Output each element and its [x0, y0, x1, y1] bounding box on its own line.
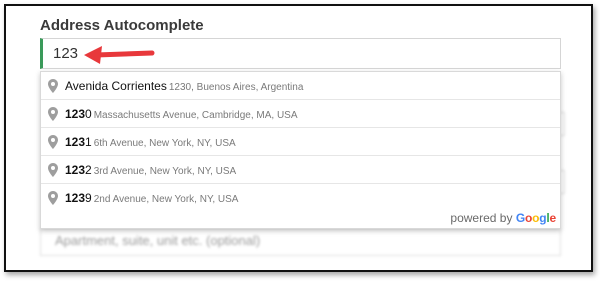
suggestion-text: 1239 2nd Avenue, New York, NY, USA [65, 191, 239, 205]
suggestion-item[interactable]: 1230 Massachusetts Avenue, Cambridge, MA,… [41, 100, 560, 128]
suggestion-item[interactable]: 1231 6th Avenue, New York, NY, USA [41, 128, 560, 156]
google-logo: Google [515, 211, 556, 225]
powered-by-google: powered by Google [450, 211, 556, 225]
address-input-value: 123 [53, 45, 79, 62]
suggestion-text: 1232 3rd Avenue, New York, NY, USA [65, 163, 237, 177]
suggestion-text: Avenida Corrientes 1230, Buenos Aires, Ar… [65, 79, 304, 93]
suggestion-text: 1231 6th Avenue, New York, NY, USA [65, 135, 236, 149]
form-title: Address Autocomplete [40, 17, 204, 34]
autocomplete-dropdown: Avenida Corrientes 1230, Buenos Aires, Ar… [40, 71, 561, 229]
suggestion-item[interactable]: 1239 2nd Avenue, New York, NY, USA [41, 184, 560, 212]
map-pin-icon [48, 135, 58, 149]
suggestion-item[interactable]: 1232 3rd Avenue, New York, NY, USA [41, 156, 560, 184]
suggestion-item[interactable]: Avenida Corrientes 1230, Buenos Aires, Ar… [41, 72, 560, 100]
map-pin-icon [48, 107, 58, 121]
suggestion-text: 1230 Massachusetts Avenue, Cambridge, MA,… [65, 107, 298, 121]
apartment-field-placeholder: Apartment, suite, unit etc. (optional) [55, 233, 261, 248]
powered-by-text: powered by [450, 211, 513, 225]
map-pin-icon [48, 79, 58, 93]
map-pin-icon [48, 163, 58, 177]
map-pin-icon [48, 191, 58, 205]
red-arrow-icon [84, 46, 155, 64]
